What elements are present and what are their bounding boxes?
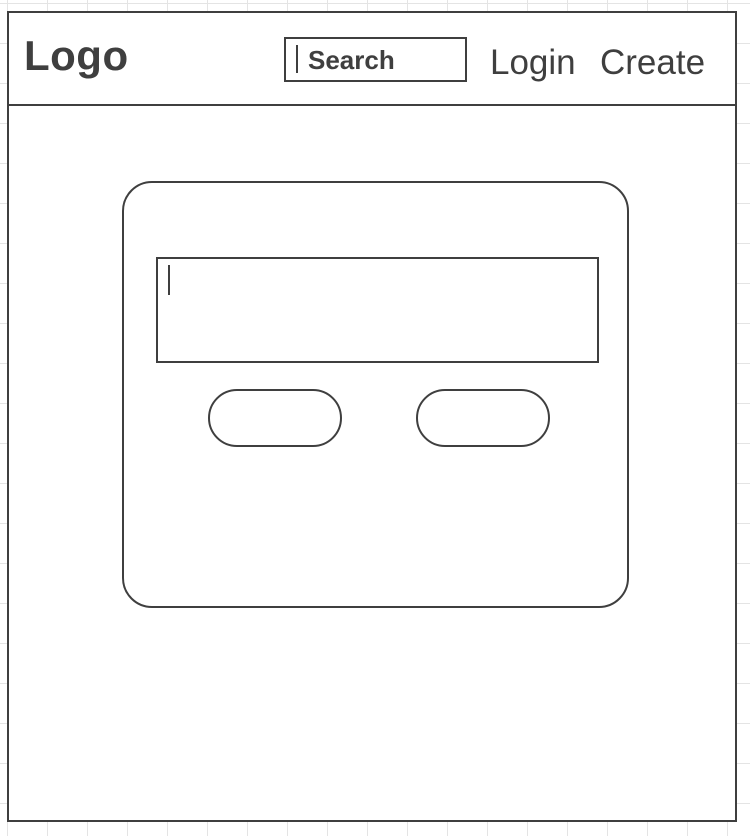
create-link[interactable]: Create <box>600 45 705 80</box>
text-cursor-icon <box>168 265 170 295</box>
search-input[interactable]: Search <box>284 37 467 82</box>
right-button[interactable] <box>416 389 550 447</box>
search-placeholder: Search <box>308 45 395 75</box>
left-button[interactable] <box>208 389 342 447</box>
login-link[interactable]: Login <box>490 45 576 80</box>
page-frame: Logo Search Login Create <box>7 11 737 822</box>
text-cursor-icon <box>296 45 298 73</box>
logo[interactable]: Logo <box>24 35 129 77</box>
content-card <box>122 181 629 608</box>
text-input[interactable] <box>156 257 599 363</box>
header-bar: Logo Search Login Create <box>9 13 735 106</box>
